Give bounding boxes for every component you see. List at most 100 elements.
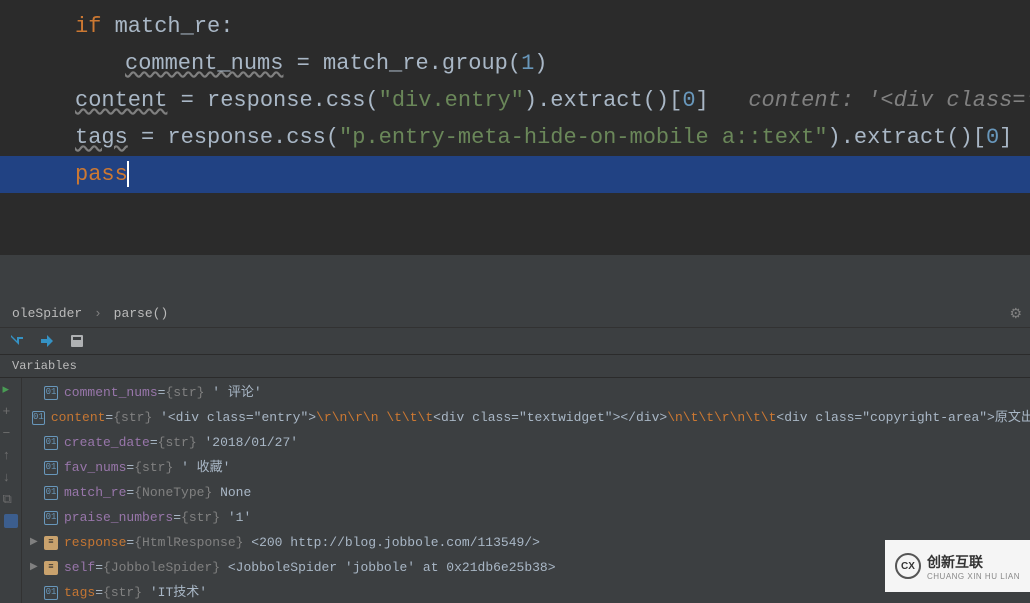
equals: = [105,407,113,428]
equals: = [173,507,181,528]
var-value: <200 http://blog.jobbole.com/113549/> [243,532,539,553]
image-icon[interactable] [4,514,18,528]
code-text: = match_re.group( [283,51,521,76]
code-line-2[interactable]: comment_nums = match_re.group(1) [0,45,1030,82]
step-into-icon[interactable] [8,332,26,350]
number-literal: 0 [682,88,695,113]
code-line-1[interactable]: if match_re: [0,8,1030,45]
equals: = [126,532,134,553]
watermark-text-en: CHUANG XIN HU LIAN [927,572,1020,581]
var-name: comment_nums [64,382,158,403]
breadcrumb: oleSpider › parse() ⚙ [0,300,1030,328]
inline-comment: content: '<div class="en [748,88,1030,113]
code-editor[interactable]: if match_re: comment_nums = match_re.gro… [0,0,1030,255]
variable-row[interactable]: 01 match_re = {NoneType} None [22,480,1030,505]
field-icon: 01 [44,386,58,400]
variables-panel-header: Variables [0,355,1030,378]
var-type: {str} [113,407,152,428]
variables-list: 01 comment_nums = {str} ' 评论' 01 content… [22,378,1030,603]
equals: = [126,457,134,478]
var-value: '<div class="entry">\r\n\r\n \t\t\t<div … [152,407,1030,428]
code-line-5-selected[interactable]: pass [0,156,1030,193]
number-literal: 0 [986,125,999,150]
string-literal: "p.entry-meta-hide-on-mobile a::text" [339,125,827,150]
field-icon: 01 [32,411,45,425]
breadcrumb-item[interactable]: oleSpider [12,306,82,321]
minus-icon[interactable]: − [3,426,19,442]
var-value: <JobboleSpider 'jobbole' at 0x21db6e25b3… [220,557,555,578]
equals: = [126,482,134,503]
var-tags: tags [75,125,128,150]
number-literal: 1 [521,51,534,76]
var-name: match_re [64,482,126,503]
expand-arrow-icon[interactable]: ▶ [30,557,42,578]
code-text: ) [534,51,547,76]
equals: = [150,432,158,453]
resume-icon[interactable]: ▸ [3,382,19,398]
code-text: ).extract()[ [524,88,682,113]
field-icon: 01 [44,511,58,525]
equals: = [158,382,166,403]
var-type: {JobboleSpider} [103,557,220,578]
breadcrumb-item[interactable]: parse() [114,306,169,321]
debug-panel: ▸ + − ↑ ↓ ⧉ 01 comment_nums = {str} ' 评论… [0,378,1030,603]
field-icon: 01 [44,586,58,600]
string-literal: "div.entry" [379,88,524,113]
var-name: content [51,407,106,428]
var-type: {HtmlResponse} [134,532,243,553]
variable-row[interactable]: 01 fav_nums = {str} ' 收藏' [22,455,1030,480]
equals: = [95,557,103,578]
down-icon[interactable]: ↓ [3,470,19,486]
field-icon: 01 [44,461,58,475]
gear-icon[interactable]: ⚙ [1009,306,1022,323]
variable-row[interactable]: ▶ ≡ self = {JobboleSpider} <JobboleSpide… [22,555,1030,580]
debug-toolbar [0,328,1030,355]
var-name: create_date [64,432,150,453]
calculator-icon[interactable] [68,332,86,350]
field-icon: 01 [44,436,58,450]
var-value: None [212,482,251,503]
watermark-logo: CX 创新互联 CHUANG XIN HU LIAN [885,540,1030,592]
code-text: = response.css( [167,88,378,113]
var-value: ' 评论' [204,382,261,403]
equals: = [95,582,103,603]
logo-icon: CX [895,553,921,579]
var-value: '1' [220,507,251,528]
var-content: content [75,88,167,113]
breadcrumb-separator: › [94,306,102,321]
variable-row[interactable]: 01 comment_nums = {str} ' 评论' [22,380,1030,405]
var-name: tags [64,582,95,603]
plus-icon[interactable]: + [3,404,19,420]
watermark-text-cn: 创新互联 [927,552,1020,572]
var-type: {NoneType} [134,482,212,503]
var-name: response [64,532,126,553]
debug-side-toolbar: ▸ + − ↑ ↓ ⧉ [0,378,22,603]
var-type: {str} [158,432,197,453]
var-value: ' 收藏' [173,457,230,478]
code-text: ] [999,125,1012,150]
var-type: {str} [103,582,142,603]
expand-arrow-icon[interactable]: ▶ [30,532,42,553]
variable-row[interactable]: 01 content = {str} '<div class="entry">\… [22,405,1030,430]
variables-title: Variables [12,359,77,373]
keyword-if: if [75,14,101,39]
code-text: match_re: [101,14,233,39]
code-text: = response.css( [128,125,339,150]
var-type: {str} [165,382,204,403]
variable-row[interactable]: ▶ ≡ response = {HtmlResponse} <200 http:… [22,530,1030,555]
code-line-3[interactable]: content = response.css("div.entry").extr… [0,82,1030,119]
code-line-4[interactable]: tags = response.css("p.entry-meta-hide-o… [0,119,1030,156]
keyword-pass: pass [75,162,128,187]
var-value: '2018/01/27' [197,432,298,453]
var-type: {str} [181,507,220,528]
code-text: ).extract()[ [828,125,986,150]
step-over-icon[interactable] [38,332,56,350]
variable-row[interactable]: 01 create_date = {str} '2018/01/27' [22,430,1030,455]
copy-icon[interactable]: ⧉ [3,492,19,508]
struct-icon: ≡ [44,536,58,550]
code-text: ] [696,88,709,113]
struct-icon: ≡ [44,561,58,575]
var-type: {str} [134,457,173,478]
up-icon[interactable]: ↑ [3,448,19,464]
variable-row[interactable]: 01 praise_numbers = {str} '1' [22,505,1030,530]
